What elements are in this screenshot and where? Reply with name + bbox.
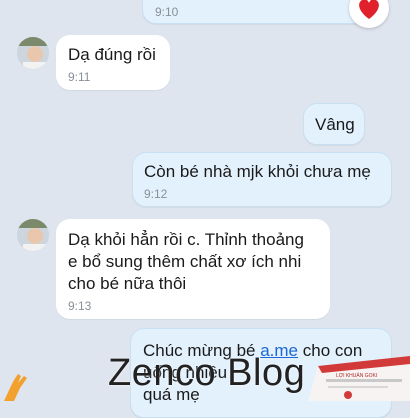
message-bubble-outgoing[interactable]: Vâng [303, 103, 365, 145]
reaction-badge[interactable] [349, 0, 389, 28]
avatar-image [17, 219, 49, 251]
message-time: 9:11 [68, 70, 91, 84]
message-text: Còn bé nhà mjk khỏi chưa mẹ [144, 162, 371, 181]
message-text: Dạ khỏi hẳn rồi c. Thỉnh thoảng e bổ sun… [68, 230, 304, 293]
watermark-text: Zenco Blog [108, 352, 306, 394]
hand-sticker-icon [4, 374, 27, 401]
message-time: 9:12 [144, 187, 168, 201]
contact-avatar[interactable] [17, 37, 49, 69]
product-box-image: LỢI KHUẨN GOKI [308, 356, 410, 401]
message-time: 9:13 [68, 299, 92, 313]
product-label: LỢI KHUẨN GOKI [336, 373, 378, 379]
message-text: Dạ đúng rồi [68, 45, 156, 64]
message-time: 9:10 [155, 5, 179, 19]
heart-icon [359, 0, 379, 19]
message-text: Vâng [315, 115, 355, 134]
message-bubble-outgoing[interactable]: 9:10 [142, 0, 378, 24]
avatar-image [17, 37, 49, 69]
message-bubble-outgoing[interactable]: Còn bé nhà mjk khỏi chưa mẹ 9:12 [132, 152, 392, 207]
contact-avatar[interactable] [17, 219, 49, 251]
message-bubble-incoming[interactable]: Dạ đúng rồi 9:11 [56, 35, 170, 90]
message-bubble-incoming[interactable]: Dạ khỏi hẳn rồi c. Thỉnh thoảng e bổ sun… [56, 219, 330, 319]
